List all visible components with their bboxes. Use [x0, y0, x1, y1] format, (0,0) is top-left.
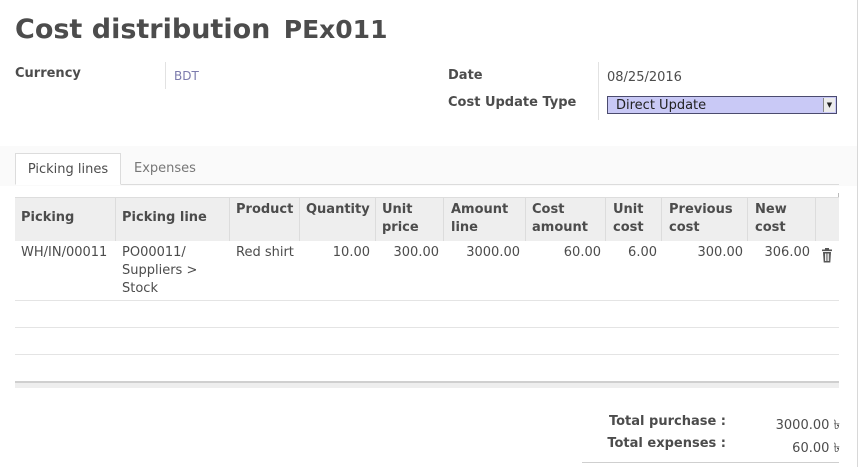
- tab-expenses[interactable]: Expenses: [122, 153, 208, 185]
- cell-previous-cost[interactable]: 300.00: [663, 244, 744, 262]
- total-expenses-value: 60.00 ৳: [792, 441, 840, 456]
- column-header-line: line: [451, 220, 478, 235]
- currency-link[interactable]: BDT: [174, 69, 199, 83]
- column-divider: [229, 198, 230, 241]
- cell-line: Stock: [122, 281, 158, 296]
- column-header-line: Unit: [382, 202, 413, 217]
- cell-cost-amount[interactable]: 60.00: [527, 244, 601, 262]
- cell-amount-line[interactable]: 3000.00: [445, 244, 520, 262]
- column-header-amount-line[interactable]: Amount line: [451, 201, 508, 237]
- date-label: Date: [448, 68, 483, 83]
- cell-picking-line[interactable]: PO00011/ Suppliers > Stock: [122, 244, 197, 298]
- column-header-line: Cost: [532, 202, 565, 217]
- column-divider: [299, 198, 300, 241]
- sheet-border: [857, 0, 858, 467]
- table-footer: [15, 381, 839, 388]
- column-divider: [661, 198, 662, 241]
- trash-icon[interactable]: [821, 248, 833, 263]
- column-header-previous-cost[interactable]: Previous cost: [669, 201, 733, 237]
- cell-quantity[interactable]: 10.00: [300, 244, 370, 262]
- cost-update-type-label: Cost Update Type: [448, 95, 577, 110]
- column-header-line: cost: [669, 220, 700, 235]
- cell-unit-cost[interactable]: 6.00: [607, 244, 657, 262]
- record-reference: PEx011: [283, 15, 388, 44]
- column-divider: [605, 198, 606, 241]
- column-divider: [443, 198, 444, 241]
- column-header-quantity[interactable]: Quantity: [306, 201, 370, 219]
- column-header-line: Amount: [451, 202, 509, 217]
- field-divider: [598, 62, 599, 120]
- column-header-product[interactable]: Product: [236, 201, 293, 219]
- column-header-line: cost: [755, 220, 786, 235]
- column-header-picking[interactable]: Picking: [21, 209, 74, 227]
- cell-new-cost[interactable]: 306.00: [749, 244, 811, 262]
- dropdown-arrow-icon[interactable]: ▼: [823, 98, 835, 112]
- currency-label: Currency: [15, 66, 81, 81]
- table-header: Picking Picking line Product Quantity Un…: [15, 197, 839, 241]
- cell-line: PO00011/: [122, 245, 186, 260]
- column-header-line: price: [382, 220, 419, 235]
- form-sheet: Cost distribution PEx011 Currency BDT Da…: [0, 0, 859, 467]
- column-header-new-cost[interactable]: New cost: [755, 201, 787, 237]
- column-divider: [115, 198, 116, 241]
- row-divider: [15, 300, 839, 301]
- column-header-unit-price[interactable]: Unit price: [382, 201, 419, 237]
- column-header-line: amount: [532, 220, 588, 235]
- tab-picking-lines[interactable]: Picking lines: [15, 153, 121, 185]
- column-header-line: New: [755, 202, 787, 217]
- cell-product[interactable]: Red shirt: [236, 244, 294, 262]
- column-divider: [815, 198, 816, 241]
- column-header-line: Unit: [613, 202, 644, 217]
- cost-update-type-value: Direct Update: [616, 98, 707, 113]
- cell-unit-price[interactable]: 300.00: [376, 244, 440, 262]
- column-header-line: cost: [613, 220, 644, 235]
- column-divider: [747, 198, 748, 241]
- row-divider: [15, 327, 839, 328]
- page-title: Cost distribution PEx011: [15, 14, 387, 45]
- cost-update-type-select[interactable]: Direct Update ▼: [607, 96, 837, 114]
- total-expenses-label: Total expenses :: [607, 436, 726, 451]
- date-value[interactable]: 08/25/2016: [607, 70, 682, 85]
- column-divider: [375, 198, 376, 241]
- title-text: Cost distribution: [15, 14, 271, 45]
- totals-divider: [582, 462, 839, 463]
- column-divider: [525, 198, 526, 241]
- column-header-picking-line[interactable]: Picking line: [122, 209, 207, 227]
- row-divider: [15, 354, 839, 355]
- column-header-line: Previous: [669, 202, 733, 217]
- cell-line: Suppliers >: [122, 263, 198, 278]
- column-header-unit-cost[interactable]: Unit cost: [613, 201, 644, 237]
- total-purchase-label: Total purchase :: [608, 414, 726, 429]
- column-header-cost-amount[interactable]: Cost amount: [532, 201, 588, 237]
- total-purchase-value: 3000.00 ৳: [775, 418, 840, 433]
- field-divider: [165, 62, 166, 89]
- cell-picking[interactable]: WH/IN/00011: [21, 244, 107, 262]
